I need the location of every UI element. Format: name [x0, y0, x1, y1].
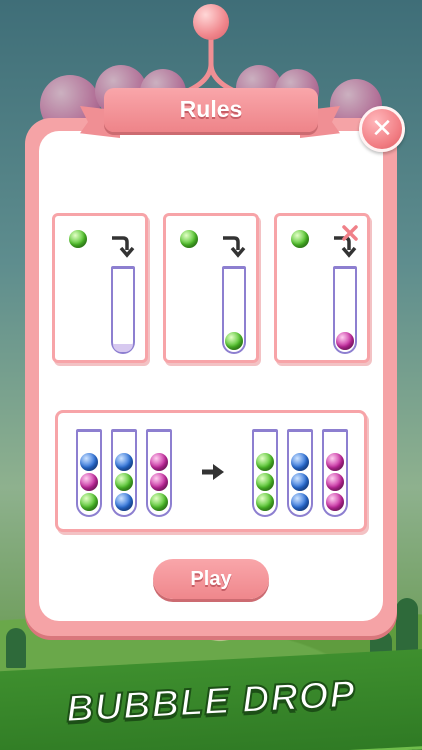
close-icon: ✕ — [371, 114, 393, 144]
hanger-knob — [193, 4, 229, 40]
test-tube — [111, 266, 135, 354]
rule-card-same-color — [163, 213, 259, 363]
blue-bubble — [115, 493, 133, 511]
close-button[interactable]: ✕ — [359, 106, 405, 152]
test-tube — [146, 429, 172, 517]
purple-bubble — [326, 493, 344, 511]
test-tube — [111, 429, 137, 517]
background-tree — [6, 628, 26, 668]
purple-bubble — [150, 453, 168, 471]
green-bubble — [180, 230, 198, 248]
rules-dialog-panel — [39, 131, 383, 621]
green-bubble — [291, 230, 309, 248]
blue-bubble — [291, 473, 309, 491]
tube-liquid — [113, 344, 133, 352]
green-bubble — [69, 230, 87, 248]
green-bubble — [80, 493, 98, 511]
green-bubble — [256, 473, 274, 491]
purple-bubble — [326, 473, 344, 491]
purple-bubble — [326, 453, 344, 471]
sorting-example — [55, 410, 367, 532]
blue-bubble — [115, 453, 133, 471]
blue-bubble — [80, 453, 98, 471]
curved-arrow-icon — [112, 236, 135, 258]
x-icon — [342, 225, 358, 241]
curved-arrow-icon — [223, 236, 246, 258]
blue-bubble — [291, 453, 309, 471]
green-bubble — [115, 473, 133, 491]
green-bubble — [150, 493, 168, 511]
purple-bubble — [80, 473, 98, 491]
test-tube — [252, 429, 278, 517]
test-tube — [222, 266, 246, 354]
purple-bubble — [336, 332, 354, 350]
rule-card-different-color — [274, 213, 370, 363]
test-tube — [322, 429, 348, 517]
play-button[interactable]: Play — [153, 559, 269, 599]
test-tube — [287, 429, 313, 517]
green-bubble — [225, 332, 243, 350]
test-tube — [76, 429, 102, 517]
green-bubble — [256, 453, 274, 471]
purple-bubble — [150, 473, 168, 491]
blue-bubble — [291, 493, 309, 511]
right-arrow-icon — [202, 464, 224, 480]
rule-card-empty-tube — [52, 213, 148, 363]
dialog-title: Rules — [179, 96, 243, 122]
green-bubble — [256, 493, 274, 511]
test-tube — [333, 266, 357, 354]
